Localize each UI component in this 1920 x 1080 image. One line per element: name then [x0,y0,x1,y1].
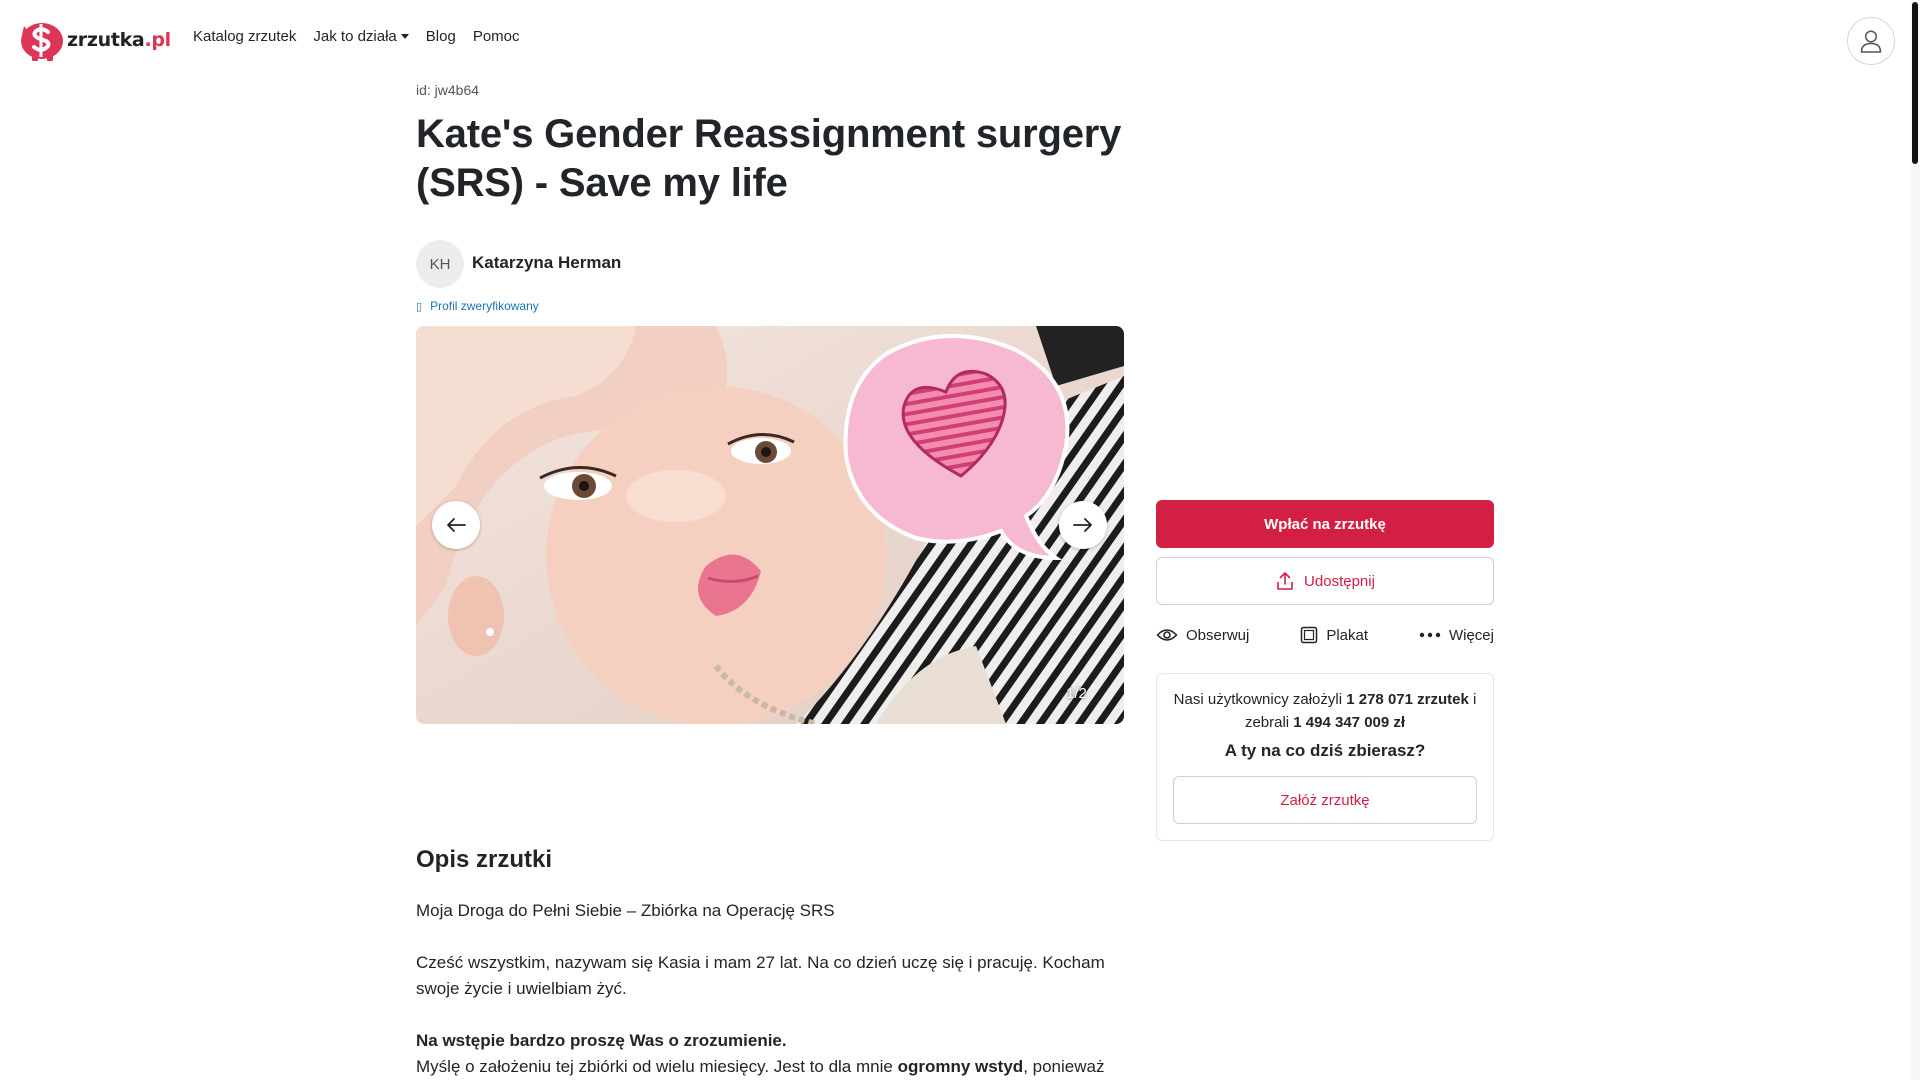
nav-link-blog[interactable]: Blog [426,28,456,45]
author-name[interactable]: Katarzyna Herman [472,253,621,273]
poster-button[interactable]: Plakat [1300,626,1368,644]
fundraiser-id: id: jw4b64 [416,82,480,98]
raised-amount: 1 494 347 009 zł [1293,714,1406,731]
description-paragraph: Myślę o założeniu tej zbiórki od wielu m… [416,1057,1105,1076]
stats-question: A ty na co dziś zbierasz? [1224,741,1426,760]
secondary-actions: Obserwuj Plakat Więcej [1156,617,1494,653]
description-paragraph: Na wstępie bardzo proszę Was o zrozumien… [416,1028,1124,1054]
scrollbar-thumb[interactable] [1912,2,1918,164]
share-icon [1275,571,1295,591]
more-button[interactable]: Więcej [1419,627,1494,644]
verified-profile-label: Profil zweryfikowany [430,299,539,313]
poster-label: Plakat [1326,626,1369,644]
platform-stats-text: Nasi użytkownicy założyli 1 278 071 zrzu… [1173,691,1477,731]
more-label: Więcej [1448,626,1494,644]
share-button[interactable]: Udostępnij [1156,557,1494,605]
follow-button[interactable]: Obserwuj [1156,627,1249,644]
description-text: Moja Droga do Pełni Siebie – Zbiórka na … [416,898,1124,1080]
arrow-left-icon [447,518,466,532]
main-menu: Katalog zrzutek Jak to działa Blog Pomoc [193,28,537,45]
fundraiser-main: id: jw4b64 Kate's Gender Reassignment su… [416,82,1124,1076]
arrow-right-icon [1073,518,1092,532]
fundraisers-count: 1 278 071 zrzutek [1346,691,1469,708]
follow-label: Obserwuj [1186,626,1250,644]
site-logo[interactable]: zrzutka.pl [14,18,171,62]
top-navbar: zrzutka.pl Katalog zrzutek Jak to działa… [0,0,1910,80]
eye-icon [1156,627,1178,643]
page-title: Kate's Gender Reassignment surgery (SRS)… [416,112,1122,205]
share-label: Udostępnij [1304,572,1375,590]
photo-gallery[interactable]: 1/2 [416,326,1124,724]
caret-down-icon [400,34,409,39]
verified-check-icon: ▯ [416,300,423,313]
nav-link-how-it-works-label: Jak to działa [313,28,397,45]
user-icon [1860,30,1882,53]
description-bold: Na wstępie bardzo proszę Was o zrozumien… [416,1031,787,1050]
verified-profile-badge: ▯ Profil zweryfikowany [416,298,1124,314]
avatar[interactable]: KH [416,240,464,288]
more-dots-icon [1419,632,1441,638]
description-paragraph: Cześć wszystkim, nazywam się Kasia i mam… [416,953,1105,998]
donation-sidebar: Wpłać na zrzutkę Udostępnij Obserwuj Pla… [1156,500,1494,841]
platform-stats-card: Nasi użytkownicy założyli 1 278 071 zrzu… [1156,673,1494,841]
nav-link-catalog[interactable]: Katalog zrzutek [193,28,296,45]
piggy-bank-logo-icon [14,18,66,62]
poster-icon [1300,626,1318,644]
gallery-next-button[interactable] [1059,501,1107,549]
gallery-prev-button[interactable] [432,501,480,549]
page-scrollbar[interactable] [1910,0,1920,1080]
description-paragraph: Moja Droga do Pełni Siebie – Zbiórka na … [416,901,835,920]
nav-link-how-it-works[interactable]: Jak to działa [313,28,409,45]
gallery-counter: 1/2 [1066,685,1087,702]
pay-button[interactable]: Wpłać na zrzutkę [1156,500,1494,548]
description-heading: Opis zrzutki [416,846,553,873]
create-fundraiser-button[interactable]: Załóż zrzutkę [1173,776,1477,824]
nav-link-help[interactable]: Pomoc [473,28,520,45]
fundraiser-photo [416,326,1124,724]
user-account-button[interactable] [1847,17,1895,65]
logo-wordmark: zrzutka.pl [67,29,171,51]
author-info[interactable]: KH Katarzyna Herman [416,240,1124,288]
